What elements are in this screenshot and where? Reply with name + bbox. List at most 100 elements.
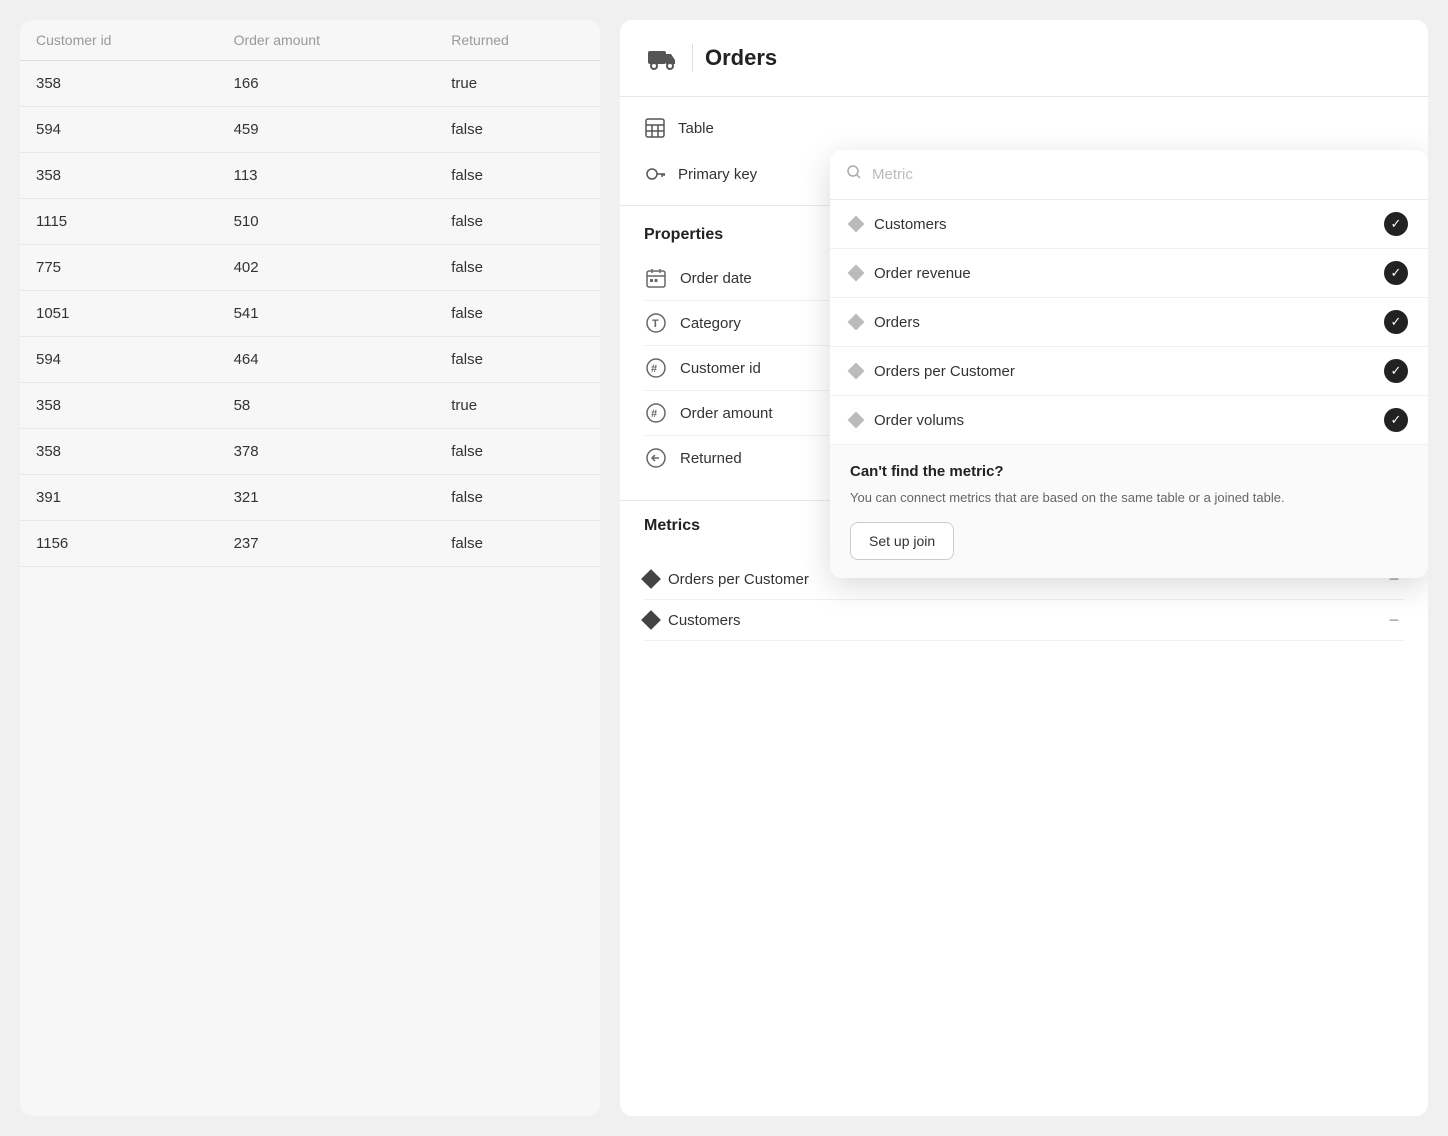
cell-returned: false bbox=[435, 199, 600, 245]
svg-text:#: # bbox=[651, 363, 657, 375]
panel-title: Orders bbox=[705, 45, 777, 71]
setup-join-button[interactable]: Set up join bbox=[850, 522, 954, 560]
cell-returned: true bbox=[435, 61, 600, 107]
hash-icon-order: # bbox=[644, 401, 668, 425]
diamond-icon-2 bbox=[641, 610, 661, 630]
truck-icon bbox=[644, 40, 680, 76]
cant-find-description: You can connect metrics that are based o… bbox=[850, 488, 1408, 508]
cant-find-title: Can't find the metric? bbox=[850, 463, 1408, 480]
arrow-left-icon bbox=[644, 446, 668, 470]
cell-order-amount: 464 bbox=[218, 337, 436, 383]
cell-customer-id: 358 bbox=[20, 61, 218, 107]
check-order-revenue bbox=[1384, 261, 1408, 285]
cell-order-amount: 321 bbox=[218, 475, 436, 521]
table-row: 1051 541 false bbox=[20, 291, 600, 337]
cant-find-section: Can't find the metric? You can connect m… bbox=[830, 445, 1428, 578]
nav-table[interactable]: Table bbox=[620, 105, 1428, 151]
nav-primary-key-label: Primary key bbox=[678, 166, 757, 183]
table-row: 358 166 true bbox=[20, 61, 600, 107]
metric-left-2: Customers bbox=[644, 612, 741, 629]
metric-option-label-5: Order volums bbox=[874, 412, 964, 429]
diamond-option-5 bbox=[848, 412, 865, 429]
metric-option-label-4: Orders per Customer bbox=[874, 363, 1015, 380]
metric-customers[interactable]: Customers − bbox=[644, 600, 1404, 641]
search-container bbox=[830, 150, 1428, 200]
search-icon bbox=[846, 164, 862, 185]
cell-customer-id: 1115 bbox=[20, 199, 218, 245]
property-order-date-label: Order date bbox=[680, 270, 752, 287]
diamond-option-1 bbox=[848, 216, 865, 233]
metric-label-2: Customers bbox=[668, 612, 741, 629]
cell-returned: false bbox=[435, 521, 600, 567]
metric-option-label-1: Customers bbox=[874, 216, 947, 233]
metric-option-left-2: Order revenue bbox=[850, 265, 971, 282]
right-panel: Orders Table bbox=[620, 20, 1428, 1116]
data-table-panel: Customer id Order amount Returned 358 16… bbox=[20, 20, 600, 1116]
cell-customer-id: 594 bbox=[20, 107, 218, 153]
cell-customer-id: 358 bbox=[20, 153, 218, 199]
svg-text:#: # bbox=[651, 408, 657, 420]
metric-option-left-1: Customers bbox=[850, 216, 947, 233]
cell-customer-id: 594 bbox=[20, 337, 218, 383]
cell-customer-id: 1156 bbox=[20, 521, 218, 567]
panel-header: Orders bbox=[620, 20, 1428, 97]
cell-customer-id: 358 bbox=[20, 383, 218, 429]
check-orders-per-customer bbox=[1384, 359, 1408, 383]
table-row: 391 321 false bbox=[20, 475, 600, 521]
metric-left-1: Orders per Customer bbox=[644, 571, 809, 588]
table-row: 594 464 false bbox=[20, 337, 600, 383]
diamond-icon-1 bbox=[641, 569, 661, 589]
cell-order-amount: 113 bbox=[218, 153, 436, 199]
col-customer-id: Customer id bbox=[20, 20, 218, 61]
metric-option-left-4: Orders per Customer bbox=[850, 363, 1015, 380]
cell-order-amount: 378 bbox=[218, 429, 436, 475]
header-divider bbox=[692, 44, 693, 72]
cell-returned: false bbox=[435, 291, 600, 337]
check-orders bbox=[1384, 310, 1408, 334]
cell-order-amount: 510 bbox=[218, 199, 436, 245]
cell-order-amount: 237 bbox=[218, 521, 436, 567]
orders-table: Customer id Order amount Returned 358 16… bbox=[20, 20, 600, 567]
metric-option-label-2: Order revenue bbox=[874, 265, 971, 282]
metric-option-order-revenue[interactable]: Order revenue bbox=[830, 249, 1428, 298]
cell-returned: false bbox=[435, 475, 600, 521]
table-row: 358 58 true bbox=[20, 383, 600, 429]
property-returned-label: Returned bbox=[680, 450, 742, 467]
calendar-icon bbox=[644, 266, 668, 290]
property-customer-id-label: Customer id bbox=[680, 360, 761, 377]
property-order-amount-label: Order amount bbox=[680, 405, 773, 422]
col-returned: Returned bbox=[435, 20, 600, 61]
cell-returned: false bbox=[435, 429, 600, 475]
metric-option-orders-per-customer[interactable]: Orders per Customer bbox=[830, 347, 1428, 396]
table-row: 358 113 false bbox=[20, 153, 600, 199]
cell-customer-id: 391 bbox=[20, 475, 218, 521]
metric-option-order-volums[interactable]: Order volums bbox=[830, 396, 1428, 445]
metric-option-orders[interactable]: Orders bbox=[830, 298, 1428, 347]
cell-returned: true bbox=[435, 383, 600, 429]
cell-order-amount: 402 bbox=[218, 245, 436, 291]
col-order-amount: Order amount bbox=[218, 20, 436, 61]
metric-search-input[interactable] bbox=[872, 166, 1412, 183]
cell-order-amount: 58 bbox=[218, 383, 436, 429]
check-order-volums bbox=[1384, 408, 1408, 432]
key-icon bbox=[644, 163, 666, 185]
check-customers bbox=[1384, 212, 1408, 236]
property-category-label: Category bbox=[680, 315, 741, 332]
nav-table-label: Table bbox=[678, 120, 714, 137]
metric-option-customers[interactable]: Customers bbox=[830, 200, 1428, 249]
diamond-option-3 bbox=[848, 314, 865, 331]
metric-label-1: Orders per Customer bbox=[668, 571, 809, 588]
cell-customer-id: 775 bbox=[20, 245, 218, 291]
svg-text:T: T bbox=[652, 318, 659, 330]
diamond-option-2 bbox=[848, 265, 865, 282]
cell-returned: false bbox=[435, 153, 600, 199]
metric-dropdown: Customers Order revenue Orders Orders pe… bbox=[830, 150, 1428, 578]
table-row: 594 459 false bbox=[20, 107, 600, 153]
cell-order-amount: 541 bbox=[218, 291, 436, 337]
table-row: 1156 237 false bbox=[20, 521, 600, 567]
table-row: 358 378 false bbox=[20, 429, 600, 475]
remove-metric-2[interactable]: − bbox=[1384, 610, 1404, 630]
cell-customer-id: 1051 bbox=[20, 291, 218, 337]
cell-returned: false bbox=[435, 245, 600, 291]
cell-customer-id: 358 bbox=[20, 429, 218, 475]
